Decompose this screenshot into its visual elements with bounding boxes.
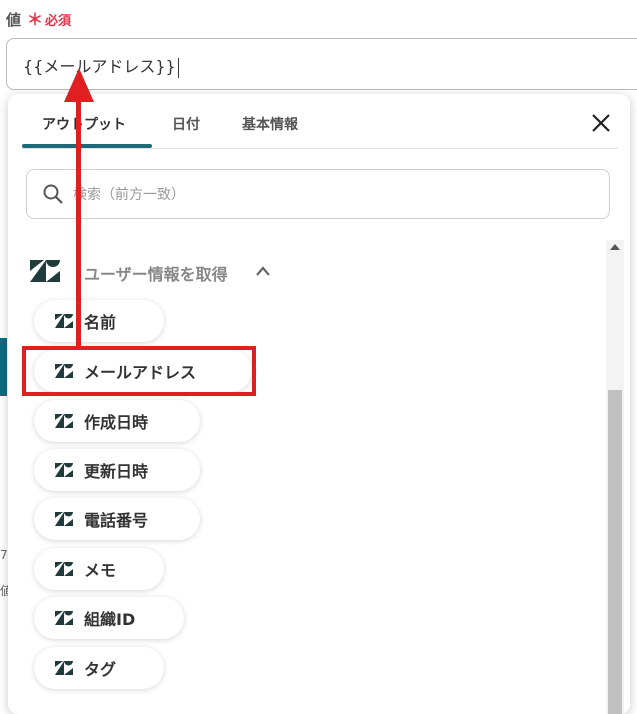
tab-basic-info[interactable]: 基本情報 [242,114,298,134]
output-item-organization-id[interactable]: 組織ID [34,597,184,639]
tab-date[interactable]: 日付 [172,114,200,134]
required-text: 必須 [45,14,72,29]
value-input[interactable]: {{メールアドレス}} [6,38,637,90]
tab-bar: アウトプット 日付 基本情報 [22,94,618,149]
search-box [26,169,610,219]
output-item-label: 組織ID [84,610,136,629]
output-item-phone[interactable]: 電話番号 [34,498,200,540]
chevron-up-icon[interactable] [256,266,270,276]
annotation-arrow-head-icon [64,68,94,102]
output-item-label: 更新日時 [84,462,149,481]
output-item-label: 電話番号 [84,511,149,530]
scrollbar-thumb[interactable] [608,390,622,714]
active-tab-indicator [22,144,152,148]
output-item-name[interactable]: 名前 [34,300,164,342]
text-caret [177,57,179,78]
background-accent-bar [0,338,7,396]
zendesk-logo-icon [55,611,73,625]
scroll-up-arrow-icon[interactable] [610,244,620,250]
search-icon [43,184,63,204]
tab-output[interactable]: アウトプット [42,114,126,134]
zendesk-logo-icon [55,314,73,328]
search-input[interactable] [71,182,595,208]
scrollbar[interactable] [606,240,624,714]
value-input-text: {{メールアドレス}} [23,57,176,76]
output-item-label: メモ [84,561,117,580]
output-item-tags[interactable]: タグ [34,647,164,689]
zendesk-logo-icon [55,463,73,477]
zendesk-logo-icon [55,661,73,675]
zendesk-logo-icon [30,260,60,282]
required-star: ＊ [27,10,44,29]
output-picker-popup: アウトプット 日付 基本情報 ユーザー情報を取得 [8,94,630,714]
highlight-annotation [22,346,256,396]
background-fragment: 7 [0,548,8,562]
output-item-label: タグ [84,660,117,679]
zendesk-logo-icon [55,512,73,526]
close-icon [592,114,610,132]
section-title: ユーザー情報を取得 [84,265,228,284]
output-item-label: 作成日時 [84,413,149,432]
output-item-memo[interactable]: メモ [34,548,164,590]
output-item-updated-at[interactable]: 更新日時 [34,449,200,491]
output-item-label: 名前 [84,313,117,332]
section-header[interactable]: ユーザー情報を取得 [28,254,288,288]
zendesk-logo-icon [55,414,73,428]
field-label-text: 値 [6,11,22,29]
output-item-created-at[interactable]: 作成日時 [34,400,200,442]
zendesk-logo-icon [55,562,73,576]
close-button[interactable] [590,112,612,134]
annotation-arrow-shaft [76,100,81,348]
field-label: 値 ＊必須 [6,6,71,30]
